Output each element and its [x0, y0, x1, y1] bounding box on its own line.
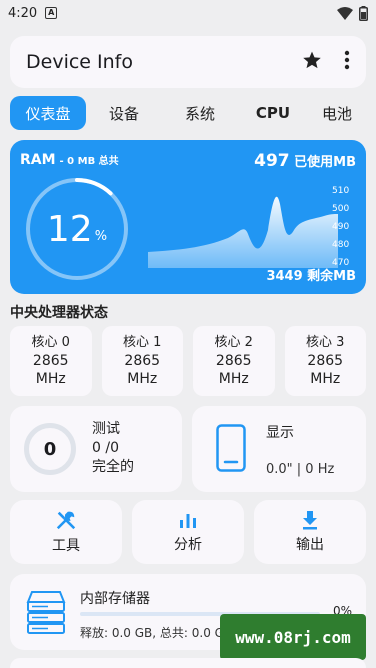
- tick-label: 480: [332, 240, 350, 250]
- export-button[interactable]: 输出: [254, 500, 366, 564]
- tools-button[interactable]: 工具: [10, 500, 122, 564]
- test-info: 测试 0 /0 完全的: [92, 420, 134, 477]
- core-name: 核心 3: [306, 335, 345, 350]
- tick-label: 510: [332, 186, 350, 196]
- ram-card[interactable]: RAM - 0 MB 总共 497 已使用MB 12% 510 500 490 4…: [10, 140, 366, 294]
- phone-icon: [216, 424, 246, 472]
- core-unit: MHz: [35, 371, 66, 387]
- battery-icon: [359, 5, 368, 21]
- display-value: 0.0" | 0 Hz: [266, 462, 335, 477]
- watermark: www.08rj.com: [220, 614, 366, 660]
- cpu-section-title: 中央处理器状态: [10, 305, 108, 321]
- ram-percent: 12%: [24, 176, 130, 282]
- tab-cpu[interactable]: CPU: [238, 96, 308, 130]
- analysis-label: 分析: [174, 537, 202, 553]
- test-status: 完全的: [92, 459, 134, 475]
- test-label: 测试: [92, 421, 120, 437]
- core-freq: 2865: [32, 353, 69, 369]
- wifi-icon: [337, 6, 353, 20]
- cpu-core-card[interactable]: 核心 1 2865 MHz: [101, 326, 183, 396]
- ram-free: 3449 剩余MB: [266, 269, 356, 284]
- bar-chart-icon: [180, 514, 196, 528]
- core-unit: MHz: [310, 371, 341, 387]
- core-name: 核心 1: [123, 335, 162, 350]
- test-ratio: 0 /0: [92, 440, 119, 456]
- ram-used: 497 已使用MB: [254, 151, 356, 171]
- status-time: 4:20: [8, 5, 38, 21]
- tab-device[interactable]: 设备: [86, 96, 162, 130]
- ram-history-area: [148, 196, 338, 268]
- ram-percent-sign: %: [94, 228, 108, 244]
- app-bar: Device Info: [10, 36, 366, 88]
- ram-axis-ticks: 510 500 490 480 470: [332, 186, 362, 268]
- cpu-core-card[interactable]: 核心 0 2865 MHz: [10, 326, 92, 396]
- ram-history-chart: [148, 196, 338, 268]
- app-title: Device Info: [26, 51, 133, 73]
- test-score: 0: [24, 423, 76, 475]
- core-freq: 2865: [124, 353, 161, 369]
- tab-system[interactable]: 系统: [162, 96, 238, 130]
- display-label: 显示: [266, 425, 294, 441]
- core-unit: MHz: [218, 371, 249, 387]
- storage-name: 内部存储器: [80, 591, 150, 607]
- cpu-core-card[interactable]: 核心 2 2865 MHz: [193, 326, 275, 396]
- star-icon[interactable]: [302, 50, 322, 74]
- ram-used-value: 497: [254, 151, 290, 171]
- analysis-button[interactable]: 分析: [132, 500, 244, 564]
- download-icon: [303, 511, 317, 530]
- core-name: 核心 0: [31, 335, 70, 350]
- ram-label: RAM: [20, 152, 56, 168]
- action-row: 工具 分析 输出: [10, 500, 366, 564]
- tab-bar: 仪表盘 设备 系统 CPU 电池: [10, 96, 376, 130]
- tools-label: 工具: [52, 538, 80, 554]
- tools-icon: [56, 511, 76, 530]
- core-freq: 2865: [215, 353, 252, 369]
- notification-badge: A: [45, 7, 58, 19]
- core-freq: 2865: [307, 353, 344, 369]
- core-unit: MHz: [127, 371, 158, 387]
- tick-label: 490: [332, 222, 350, 232]
- storage-detail: 释放: 0.0 GB, 总共: 0.0 GB: [80, 626, 233, 640]
- tab-battery[interactable]: 电池: [308, 96, 366, 130]
- storage-drive-icon: [26, 591, 66, 634]
- display-card[interactable]: 显示 0.0" | 0 Hz: [192, 406, 366, 492]
- more-vert-icon[interactable]: [344, 50, 350, 74]
- ram-title: RAM - 0 MB 总共: [20, 152, 119, 168]
- ram-total: - 0 MB 总共: [59, 156, 119, 167]
- core-name: 核心 2: [214, 335, 253, 350]
- next-card-peek: [10, 658, 366, 668]
- status-icons: [337, 5, 368, 21]
- ram-used-suffix: 已使用MB: [294, 155, 356, 170]
- ram-percent-value: 12: [46, 208, 93, 250]
- tab-dashboard[interactable]: 仪表盘: [10, 96, 86, 130]
- test-card[interactable]: 0 测试 0 /0 完全的: [10, 406, 182, 492]
- export-label: 输出: [296, 537, 324, 553]
- cpu-core-list: 核心 0 2865 MHz 核心 1 2865 MHz 核心 2 2865 MH…: [10, 326, 366, 396]
- tick-label: 500: [332, 204, 350, 214]
- status-bar: 4:20 A: [0, 0, 376, 26]
- cpu-core-card[interactable]: 核心 3 2865 MHz: [284, 326, 366, 396]
